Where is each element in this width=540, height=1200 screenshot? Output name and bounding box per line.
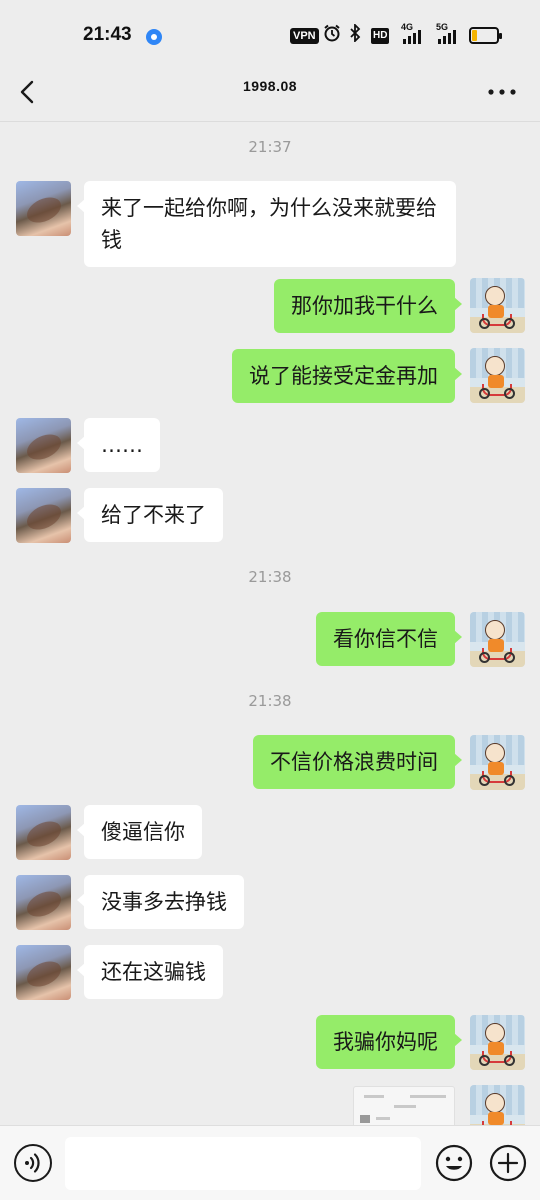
signal-4g-icon: [403, 28, 421, 44]
my-avatar[interactable]: [470, 278, 525, 333]
image-message-thumbnail[interactable]: [353, 1086, 455, 1125]
signal-5g-icon: [438, 28, 456, 44]
chat-title: 1998.08: [242, 78, 298, 94]
my-avatar[interactable]: [470, 1015, 525, 1070]
battery-icon: [469, 27, 502, 44]
message-bubble-sent[interactable]: 我骗你妈呢: [316, 1015, 462, 1069]
message-bubble-sent[interactable]: 看你信不信: [316, 612, 462, 666]
voice-icon[interactable]: [14, 1144, 52, 1182]
message-bubble-sent[interactable]: 那你加我干什么: [274, 279, 462, 333]
time-divider: 21:38: [248, 568, 292, 586]
message-bubble-received[interactable]: 来了一起给你啊，为什么没来就要给钱: [77, 181, 456, 267]
contact-avatar[interactable]: [16, 875, 71, 930]
contact-avatar[interactable]: [16, 945, 71, 1000]
contact-avatar[interactable]: [16, 418, 71, 473]
message-input[interactable]: [65, 1137, 421, 1190]
emoji-icon[interactable]: [435, 1144, 473, 1182]
chat-messages[interactable]: 21:37 来了一起给你啊，为什么没来就要给钱 那你加我干什么 说了能接受定金再…: [0, 122, 540, 1125]
more-icon[interactable]: [482, 80, 522, 104]
message-bubble-received[interactable]: 给了不来了: [77, 488, 223, 542]
my-avatar[interactable]: [470, 735, 525, 790]
my-avatar[interactable]: [470, 1085, 525, 1125]
message-bubble-received[interactable]: ……: [77, 418, 160, 472]
message-bubble-sent[interactable]: 说了能接受定金再加: [232, 349, 462, 403]
bluetooth-icon: [348, 22, 362, 46]
input-bar: [0, 1125, 540, 1200]
contact-avatar[interactable]: [16, 488, 71, 543]
hd-badge: HD: [371, 28, 390, 44]
status-time: 21:43: [83, 24, 132, 45]
contact-avatar[interactable]: [16, 181, 71, 236]
message-bubble-received[interactable]: 还在这骗钱: [77, 945, 223, 999]
my-avatar[interactable]: [470, 348, 525, 403]
chat-header: 1998.08: [0, 66, 540, 122]
battery-level: [472, 30, 477, 41]
time-divider: 21:38: [248, 692, 292, 710]
message-bubble-sent[interactable]: 不信价格浪费时间: [253, 735, 462, 789]
status-bar: 21:43 VPN HD 4G 5G: [0, 0, 540, 66]
my-avatar[interactable]: [470, 612, 525, 667]
notification-dot-icon: [146, 29, 162, 45]
alarm-icon: [323, 24, 341, 46]
contact-avatar[interactable]: [16, 805, 71, 860]
message-bubble-received[interactable]: 傻逼信你: [77, 805, 202, 859]
plus-icon[interactable]: [489, 1144, 527, 1182]
message-bubble-received[interactable]: 没事多去挣钱: [77, 875, 244, 929]
time-divider: 21:37: [248, 138, 292, 156]
vpn-badge: VPN: [290, 28, 319, 44]
